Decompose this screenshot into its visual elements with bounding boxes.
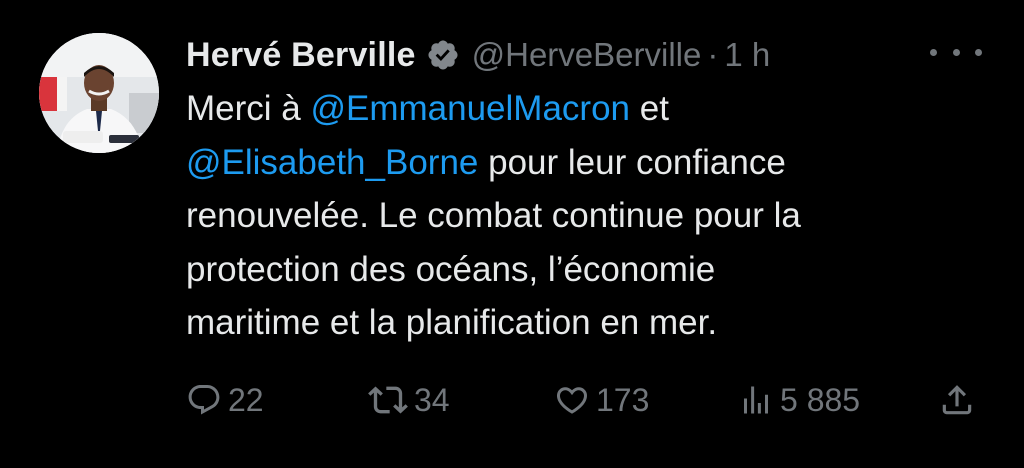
mention-link[interactable]: @Elisabeth_Borne [186,143,478,182]
action-bar: 22 34 173 5 885 [186,378,986,422]
views-icon [744,386,768,414]
tweet-header: Hervé Berville @HerveBerville · 1 h [186,30,770,80]
tweet-text-segment: protection des océans, l’économie [186,249,716,289]
share-button[interactable] [938,378,976,422]
tweet-text: Merci à @EmmanuelMacron et @Elisabeth_Bor… [186,82,986,350]
repost-button[interactable]: 34 [368,378,450,422]
views-button[interactable]: 5 885 [738,378,860,422]
more-icon[interactable] [930,38,982,66]
display-name[interactable]: Hervé Berville [186,36,416,75]
tweet[interactable]: Hervé Berville @HerveBerville · 1 h Merc… [0,0,1024,468]
tweet-text-line: @Elisabeth_Borne pour leur confiance [186,136,986,190]
separator-dot: · [707,36,719,73]
verified-badge-icon[interactable] [426,38,460,72]
repost-icon [368,386,408,414]
tweet-text-line: protection des océans, l’économie [186,243,986,297]
like-count: 173 [596,381,650,418]
reply-button[interactable]: 22 [186,378,264,422]
handle[interactable]: @HerveBerville [472,36,702,74]
tweet-text-segment: renouvelée. Le combat continue pour la [186,196,801,235]
mention-link[interactable]: @EmmanuelMacron [310,89,630,128]
like-button[interactable]: 173 [554,378,649,422]
views-count: 5 885 [780,381,861,418]
avatar[interactable] [39,33,159,153]
tweet-text-segment: maritime et la planification en mer. [186,303,718,342]
reply-count: 22 [228,381,264,418]
reply-icon [188,385,220,415]
repost-count: 34 [414,381,450,418]
share-icon [942,385,972,415]
tweet-text-line: maritime et la planification en mer. [186,296,986,350]
tweet-text-segment: et [630,89,669,128]
avatar-photo [39,33,159,153]
tweet-text-line: renouvelée. Le combat continue pour la [186,189,986,243]
timestamp[interactable]: 1 h [724,36,770,74]
tweet-text-segment: Merci à [186,89,311,128]
heart-icon [556,387,588,414]
tweet-text-segment: pour leur confiance [478,142,786,182]
tweet-text-line: Merci à @EmmanuelMacron et [186,82,986,136]
